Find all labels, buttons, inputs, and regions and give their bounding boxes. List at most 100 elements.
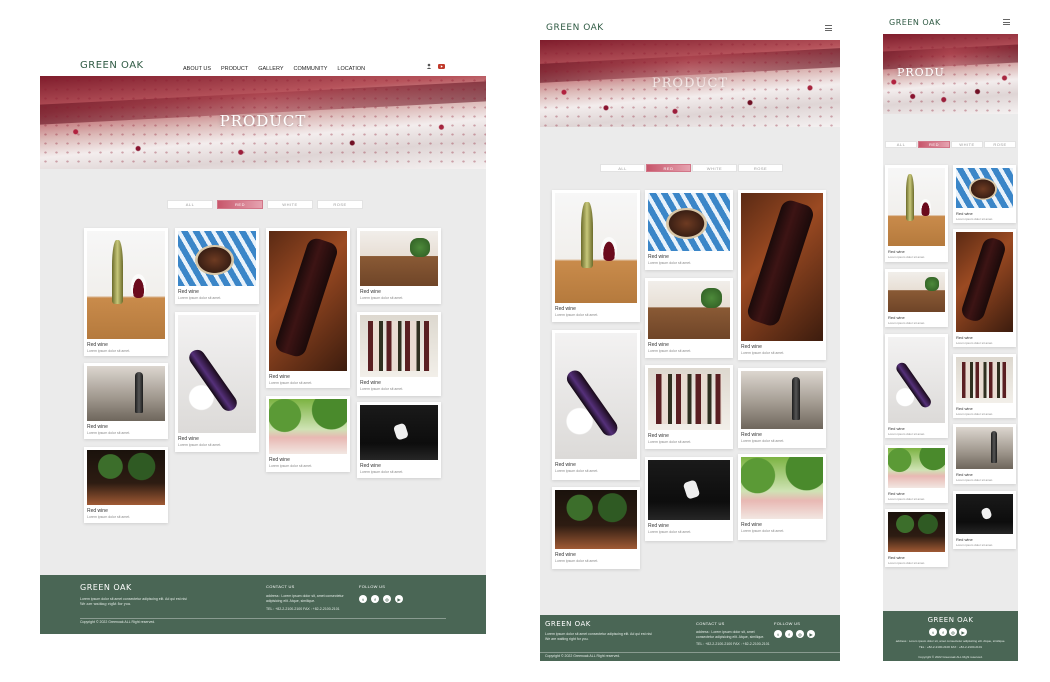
copyright: Copyright © 2022 Greenoak ALL Right rese… [918, 655, 983, 659]
instagram-icon[interactable]: ◎ [383, 595, 391, 603]
nav-location[interactable]: LOCATION [337, 66, 365, 72]
product-card[interactable]: Red wine Lorem ipsum dolor sit amet. [645, 278, 733, 358]
product-card[interactable]: Red wine Lorem ipsum dolor sit amet. [84, 228, 168, 356]
copyright: Copyright © 2022 Greenoak ALL Right rese… [80, 620, 156, 624]
product-card[interactable]: Red wine Lorem ipsum dolor sit amet. [645, 365, 733, 449]
card-title: Red wine [956, 335, 973, 340]
product-card[interactable]: Red wine Lorem ipsum dolor sit amet. [266, 396, 350, 472]
product-card[interactable]: Red wine Lorem ipsum dolor sit amet. [357, 228, 441, 304]
product-card[interactable]: Red wine Lorem ipsum dolor sit amet. [84, 447, 168, 523]
product-card[interactable]: Red wine Lorem ipsum dolor sit amet. [885, 445, 948, 503]
card-desc: Lorem ipsum dolor sit amet. [87, 515, 131, 519]
product-image [888, 272, 945, 312]
menu-icon[interactable] [1003, 19, 1010, 25]
twitter-icon[interactable]: t [774, 630, 782, 638]
facebook-icon[interactable]: f [785, 630, 793, 638]
product-card[interactable]: Red wine Lorem ipsum dolor sit amet. [84, 363, 168, 439]
filter-all[interactable]: ALL [600, 164, 645, 172]
product-card[interactable]: Red wine Lorem ipsum dolor sit amet. [266, 228, 350, 388]
site-footer: GREEN OAK Lorem ipsum dolor sit amet con… [540, 615, 840, 661]
filter-rose[interactable]: ROSE [317, 200, 363, 209]
product-card[interactable]: Red wine Lorem ipsum dolor sit amet. [175, 312, 259, 452]
product-card[interactable]: Red wine Lorem ipsum dolor sit amet. [953, 229, 1016, 347]
card-title: Red wine [741, 522, 762, 528]
nav-product[interactable]: PRODUCT [221, 66, 248, 72]
nav-about[interactable]: ABOUT US [183, 66, 211, 72]
footer-logo: GREEN OAK [927, 616, 974, 624]
card-title: Red wine [956, 537, 973, 542]
filter-rose[interactable]: ROSE [738, 164, 783, 172]
card-desc: Lorem ipsum dolor sit amet. [741, 351, 785, 355]
product-image [360, 315, 438, 377]
brand-logo[interactable]: GREEN OAK [546, 23, 604, 33]
product-card[interactable]: Red wine Lorem ipsum dolor sit amet. [953, 491, 1016, 549]
copyright: Copyright © 2022 Greenoak ALL Right rese… [545, 654, 621, 658]
filter-red[interactable]: RED [918, 141, 950, 148]
product-card[interactable]: Red wine Lorem ipsum dolor sit amet. [885, 269, 948, 327]
youtube-icon[interactable]: ▶ [959, 628, 967, 636]
card-desc: Lorem ipsum dolor sit amet. [87, 431, 131, 435]
card-desc: Lorem ipsum dolor sit amet. [269, 464, 313, 468]
card-desc: Lorem ipsum dolor sit amet. [178, 296, 222, 300]
product-card[interactable]: Red wine Lorem ipsum dolor sit amet. [175, 228, 259, 304]
contact-address: address : Lorem ipsum dolor sit, amet co… [895, 639, 1006, 643]
product-image [956, 357, 1013, 403]
product-card[interactable]: Red wine Lorem ipsum dolor sit amet. [953, 424, 1016, 484]
card-title: Red wine [555, 462, 576, 468]
product-image [269, 231, 347, 371]
youtube-icon[interactable]: ▶ [395, 595, 403, 603]
nav-gallery[interactable]: GALLERY [258, 66, 283, 72]
product-card[interactable]: Red wine Lorem ipsum dolor sit amet. [738, 454, 826, 540]
follow-title: FOLLOW US [774, 621, 801, 626]
youtube-icon[interactable] [438, 64, 445, 69]
product-card[interactable]: Red wine Lorem ipsum dolor sit amet. [953, 354, 1016, 418]
product-image [555, 490, 637, 549]
product-image [178, 231, 256, 286]
social-links: t f ◎ ▶ [359, 595, 403, 603]
product-card[interactable]: Red wine Lorem ipsum dolor sit amet. [552, 330, 640, 480]
product-card[interactable]: Red wine Lorem ipsum dolor sit amet. [738, 368, 826, 448]
filter-all[interactable]: ALL [167, 200, 213, 209]
product-card[interactable]: Red wine Lorem ipsum dolor sit amet. [645, 190, 733, 270]
product-card[interactable]: Red wine Lorem ipsum dolor sit amet. [552, 487, 640, 569]
product-image [555, 333, 637, 459]
product-card[interactable]: Red wine Lorem ipsum dolor sit amet. [885, 334, 948, 438]
facebook-icon[interactable]: f [371, 595, 379, 603]
filter-all[interactable]: ALL [885, 141, 917, 148]
filter-red[interactable]: RED [646, 164, 691, 172]
card-desc: Lorem ipsum dolor sit amet. [648, 440, 692, 444]
product-card[interactable]: Red wine Lorem ipsum dolor sit amet. [552, 190, 640, 322]
product-card[interactable]: Red wine Lorem ipsum dolor sit amet. [953, 165, 1016, 223]
product-image [741, 457, 823, 519]
filter-white[interactable]: WHITE [692, 164, 737, 172]
contact-address: address : Lorem ipsum dolor sit, amet co… [266, 594, 344, 603]
card-desc: Lorem ipsum dolor sit amet. [956, 412, 994, 416]
filter-white[interactable]: WHITE [267, 200, 313, 209]
twitter-icon[interactable]: t [359, 595, 367, 603]
product-card[interactable]: Red wine Lorem ipsum dolor sit amet. [357, 402, 441, 478]
facebook-icon[interactable]: f [939, 628, 947, 636]
brand-logo[interactable]: GREEN OAK [889, 18, 941, 27]
product-card[interactable]: Red wine Lorem ipsum dolor sit amet. [738, 190, 826, 360]
product-card[interactable]: Red wine Lorem ipsum dolor sit amet. [885, 509, 948, 567]
card-desc: Lorem ipsum dolor sit amet. [269, 381, 313, 385]
footer-divider [80, 618, 446, 619]
card-title: Red wine [360, 289, 381, 295]
brand-logo[interactable]: GREEN OAK [80, 60, 144, 71]
twitter-icon[interactable]: t [929, 628, 937, 636]
menu-icon[interactable] [825, 25, 832, 31]
product-card[interactable]: Red wine Lorem ipsum dolor sit amet. [885, 165, 948, 262]
product-card[interactable]: Red wine Lorem ipsum dolor sit amet. [645, 457, 733, 541]
nav-community[interactable]: COMMUNITY [294, 66, 328, 72]
instagram-icon[interactable]: ◎ [796, 630, 804, 638]
contact-address: address : Lorem ipsum dolor sit, amet co… [696, 630, 765, 639]
filter-rose[interactable]: ROSE [984, 141, 1016, 148]
user-icon[interactable] [426, 63, 432, 69]
filter-red[interactable]: RED [217, 200, 263, 209]
product-card[interactable]: Red wine Lorem ipsum dolor sit amet. [357, 312, 441, 396]
instagram-icon[interactable]: ◎ [949, 628, 957, 636]
youtube-icon[interactable]: ▶ [807, 630, 815, 638]
card-title: Red wine [741, 344, 762, 350]
filter-white[interactable]: WHITE [951, 141, 983, 148]
card-desc: Lorem ipsum dolor sit amet. [360, 387, 404, 391]
